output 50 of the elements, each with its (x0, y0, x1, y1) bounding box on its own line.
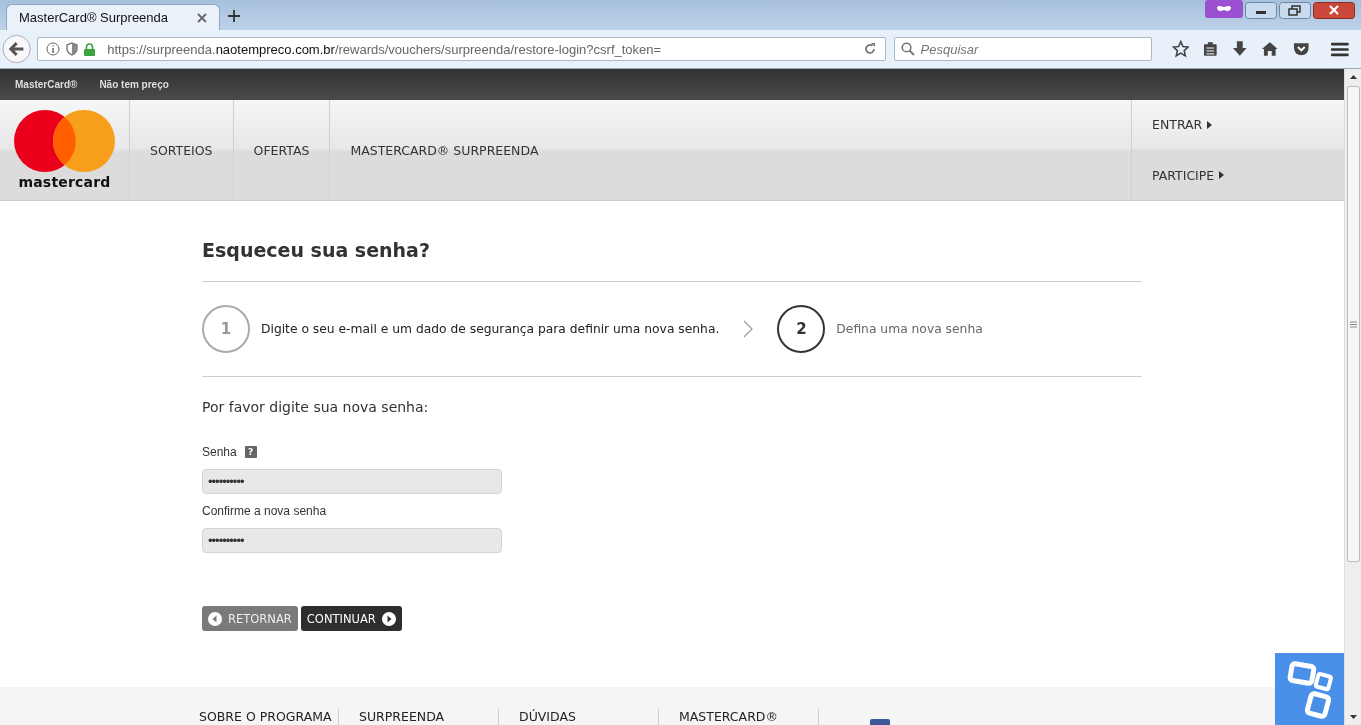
url-text[interactable]: https://surpreenda.naotempreco.com.br/rewards/vouchers/surpreenda/restore-login?csrf_token= (107, 41, 662, 57)
help-badge[interactable]: ? (244, 446, 257, 458)
footer-link[interactable]: SURPREENDA (339, 709, 499, 725)
step-number: 2 (777, 305, 826, 353)
new-tab-icon[interactable] (228, 10, 240, 22)
step-number: 1 (202, 305, 250, 353)
back-icon[interactable] (2, 34, 32, 64)
pocket-icon[interactable] (1292, 41, 1310, 57)
home-icon[interactable] (1261, 41, 1279, 57)
form-button[interactable]: RETORNAR (202, 606, 298, 631)
close-icon[interactable] (197, 12, 207, 23)
menu-icon[interactable] (1331, 41, 1349, 57)
password-field[interactable]: •••••••••• (202, 528, 502, 553)
field-label: Senha (202, 445, 237, 459)
form-button[interactable]: CONTINUAR (300, 606, 402, 631)
logo-wordmark: mastercard (18, 174, 111, 190)
address-bar[interactable]: https://surpreenda.naotempreco.com.br/rewards/vouchers/surpreenda/restore-login?csrf_token= (37, 37, 886, 61)
close-window-button[interactable] (1313, 2, 1355, 19)
page-title: Esqueceu sua senha? (202, 239, 1142, 282)
nav-link[interactable]: OFERTAS (233, 100, 331, 200)
info-icon (46, 42, 61, 56)
top-link[interactable]: Não tem preço (99, 79, 169, 90)
private-mask-icon (1205, 0, 1243, 18)
caret-icon (1207, 120, 1213, 129)
caret-icon (1219, 171, 1225, 180)
star-icon[interactable] (1171, 40, 1190, 58)
footer-link[interactable]: SOBRE O PROGRAMA (199, 709, 339, 725)
chevron-icon (743, 320, 754, 338)
header-action-link[interactable]: PARTICIPE (1132, 150, 1344, 200)
nav-link[interactable]: SORTEIOS (130, 100, 234, 200)
reload-icon[interactable] (862, 42, 877, 56)
lock-icon (84, 42, 96, 56)
field-label: Confirme a nova senha (202, 504, 327, 518)
shield-icon (66, 42, 79, 56)
minimize-button[interactable] (1245, 2, 1277, 19)
reading-list-icon[interactable] (1203, 41, 1218, 57)
nav-link[interactable]: MASTERCARD® SURPREENDA (330, 100, 559, 200)
footer-link[interactable]: MASTERCARD® (659, 709, 819, 725)
password-field[interactable]: •••••••••• (202, 469, 502, 494)
form-prompt: Por favor digite sua nova senha: (202, 399, 430, 415)
grip-icon[interactable] (1349, 320, 1357, 328)
footer-link[interactable]: DÚVIDAS (499, 709, 659, 725)
step-text: Digite o seu e-mail e um dado de segurança para definir uma nova senha. (261, 322, 720, 336)
browser-tab[interactable]: MasterCard® Surpreenda (6, 4, 220, 30)
circles-logo-icon (14, 110, 115, 172)
top-link[interactable]: MasterCard® (15, 79, 78, 90)
restore-button[interactable] (1279, 2, 1311, 19)
step-text: Defina uma nova senha (836, 322, 983, 336)
search-field[interactable]: Pesquisar (893, 37, 1152, 61)
download-icon[interactable] (1231, 40, 1248, 58)
